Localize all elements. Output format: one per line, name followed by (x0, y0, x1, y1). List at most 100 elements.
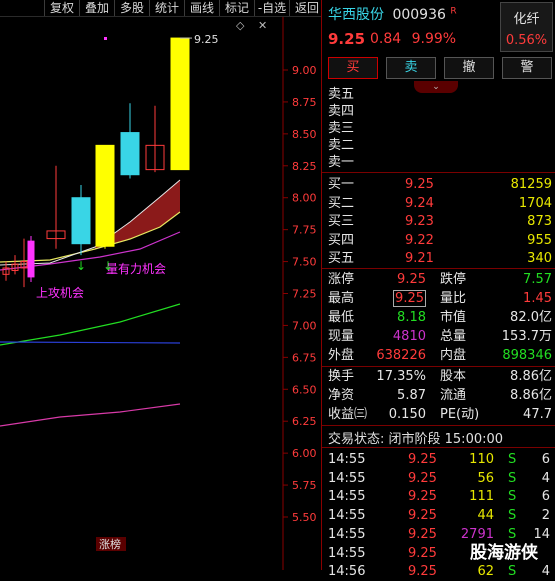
tick-price: 9.25 (408, 489, 437, 505)
ma-line-green (0, 303, 181, 346)
y-tick-label: 6.75 (292, 351, 317, 364)
fund-label: 流通 (440, 388, 467, 403)
toolbar-button-6[interactable]: -自选 (254, 0, 289, 16)
tick-row: 14:55 9.25 56 S 4 (328, 469, 552, 488)
sell-level-row: 卖一 (328, 153, 552, 172)
stat-label: 市值 (440, 310, 467, 325)
separator (322, 268, 555, 269)
candle-body (170, 37, 190, 171)
buy-level-row: 买一 9.25 81259 (328, 175, 552, 194)
tick-time: 14:55 (328, 470, 366, 486)
stat-value: 7.57 (523, 272, 552, 287)
tick-price: 9.25 (408, 470, 437, 486)
toolbar-button-7[interactable]: 返回 (289, 0, 324, 16)
tick-count: 2 (541, 508, 550, 524)
tick-time: 14:55 (328, 508, 366, 524)
tick-volume: 62 (477, 564, 494, 580)
tick-side: S (508, 489, 517, 505)
toolbar-button-3[interactable]: 统计 (149, 0, 184, 16)
tick-count: 4 (541, 470, 550, 486)
stat-row: 现量 4810 总量 153.7万 (328, 327, 552, 346)
ma-line-blue (0, 341, 181, 344)
signal-annotation: 量有力机会 (106, 262, 166, 276)
y-tick-label: 7.50 (292, 256, 317, 269)
stat-row: 最低 8.18 市值 82.0亿 (328, 308, 552, 327)
watermark: 股海游侠 (470, 543, 538, 563)
stat-value: 9.25 (393, 290, 426, 307)
toolbar-button-4[interactable]: 画线 (184, 0, 219, 16)
stat-label: 跌停 (440, 272, 467, 287)
y-tick-label: 6.25 (292, 415, 317, 428)
high-price-label: 9.25 (194, 33, 219, 46)
down-arrow-icon: ↓ (103, 259, 113, 273)
tick-row: 14:56 9.25 62 S 4 (328, 562, 552, 581)
fund-value: 47.7 (523, 407, 552, 422)
tick-price: 9.25 (408, 545, 437, 561)
y-tick-label: 5.50 (292, 511, 317, 524)
tick-count: 4 (541, 564, 550, 580)
buy-level-volume: 1704 (518, 195, 552, 211)
fund-value: 17.35% (376, 369, 426, 384)
tick-count: 6 (541, 452, 550, 467)
toolbar-button-2[interactable]: 多股 (114, 0, 149, 16)
candle-body (120, 132, 140, 176)
buy-level-price: 9.24 (405, 195, 434, 211)
toolbar-button-0[interactable]: 复权 (44, 0, 79, 16)
tick-side: S (508, 564, 517, 580)
sector-box[interactable]: 化纤 0.56% (500, 2, 553, 52)
buy-level-volume: 81259 (510, 177, 552, 192)
fund-row: 收益㈢ 0.150 PE(动) 47.7 (328, 405, 552, 424)
stat-label: 现量 (328, 329, 355, 344)
buy-level-label: 买三 (328, 214, 355, 229)
stock-code: 000936 (392, 7, 446, 23)
stat-value: 898346 (502, 348, 552, 363)
tick-side: S (508, 470, 517, 486)
fund-label: PE(动) (440, 407, 480, 422)
tick-row: 14:55 9.25 110 S 6 (328, 450, 552, 469)
tick-price: 9.25 (408, 564, 437, 580)
tick-price: 9.25 (408, 452, 437, 467)
stat-label: 内盘 (440, 348, 467, 363)
stock-flag: R (450, 6, 457, 17)
tick-time: 14:56 (328, 564, 366, 580)
down-arrow-icon: ↓ (76, 259, 86, 273)
y-tick-label: 7.00 (292, 319, 317, 332)
buy-level-price: 9.25 (405, 177, 434, 192)
sector-pct: 0.56% (505, 33, 548, 48)
action-button-2[interactable]: 撤 (444, 57, 494, 79)
buy-level-price: 9.21 (405, 251, 434, 266)
stat-label: 量比 (440, 291, 467, 306)
signal-annotation: 上攻机会 (36, 286, 84, 300)
diamond-icon[interactable]: ◇ (236, 19, 245, 32)
stat-label: 总量 (440, 329, 467, 344)
stat-value: 638226 (376, 348, 426, 363)
y-tick-label: 8.50 (292, 128, 317, 141)
toolbar-button-5[interactable]: 标记 (219, 0, 254, 16)
action-button-1[interactable]: 卖 (386, 57, 436, 79)
kline-chart[interactable]: 9.00 8.75 8.50 8.25 8.00 7.75 7.50 7.25 7.00 6.75… (0, 17, 321, 570)
tick-price: 9.25 (408, 508, 437, 524)
buy-level-volume: 873 (527, 214, 552, 229)
buy-level-label: 买二 (328, 195, 355, 211)
chart-toolbar: 复权 叠加 多股 统计 画线 标记 -自选 返回 (0, 0, 321, 17)
action-button-3[interactable]: 警 (502, 57, 552, 79)
y-tick-label: 6.00 (292, 447, 317, 460)
stat-label: 涨停 (328, 272, 355, 287)
tick-volume: 56 (477, 470, 494, 486)
price-change: 0.84 (370, 31, 402, 47)
bottom-tag[interactable]: 涨榜 (99, 537, 121, 551)
toolbar-button-1[interactable]: 叠加 (79, 0, 114, 16)
fund-value: 8.86亿 (510, 369, 552, 384)
candle-body (71, 197, 91, 245)
ma-line-pink (0, 403, 181, 427)
action-button-0[interactable]: 买 (328, 57, 378, 79)
y-tick-label: 7.25 (292, 288, 317, 301)
tick-volume: 111 (469, 489, 494, 505)
candle-body (27, 240, 35, 278)
buy-level-price: 9.22 (405, 232, 434, 248)
candle-body (95, 144, 115, 247)
fund-label: 净资 (328, 388, 355, 403)
stat-value: 82.0亿 (510, 310, 552, 325)
y-tick-label: 5.75 (292, 479, 317, 492)
close-icon[interactable]: ✕ (258, 19, 267, 32)
